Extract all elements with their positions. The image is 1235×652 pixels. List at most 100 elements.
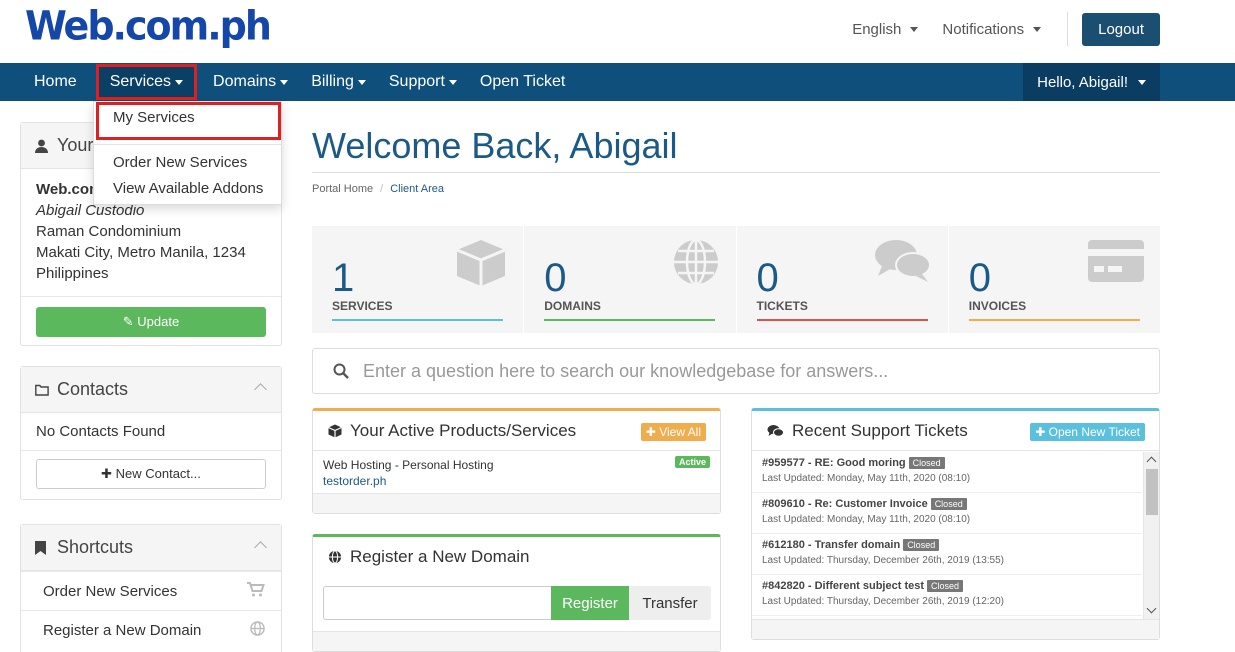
ticket-title: #959577 - RE: Good moring — [762, 457, 906, 469]
language-dropdown[interactable]: English — [840, 15, 930, 44]
caret-down-icon — [448, 79, 457, 85]
logout-button[interactable]: Logout — [1082, 12, 1160, 46]
nav-services[interactable]: Services — [95, 64, 198, 100]
service-domain[interactable]: testorder.ph — [323, 474, 710, 488]
shortcut-label: Register a New Domain — [43, 621, 202, 639]
nav-domains-label: Domains — [213, 73, 277, 90]
service-row[interactable]: Web Hosting - Personal Hosting testorder… — [313, 451, 720, 489]
contacts-empty-text: No Contacts Found — [36, 423, 166, 440]
cube-icon — [328, 424, 342, 438]
domain-input[interactable] — [323, 586, 551, 620]
shortcut-register-domain[interactable]: Register a New Domain — [21, 610, 281, 649]
language-label: English — [852, 20, 902, 38]
update-button[interactable]: ✎ Update — [36, 307, 266, 337]
address-line-1: Raman Condominium — [36, 223, 182, 240]
globe-icon — [328, 550, 342, 564]
ticket-updated: Last Updated: Monday, May 11th, 2020 (08… — [762, 473, 971, 484]
ticket-row[interactable]: #612180 - Transfer domain Closed Last Upd… — [752, 534, 1142, 575]
search-icon — [333, 363, 349, 382]
register-domain-title: Register a New Domain — [350, 547, 530, 566]
ticket-updated: Last Updated: Thursday, December 26th, 2… — [762, 555, 1004, 566]
stat-services[interactable]: 1 SERVICES — [312, 226, 525, 333]
scroll-up-icon[interactable] — [1146, 456, 1157, 467]
stat-invoices-value: 0 — [968, 256, 991, 300]
active-products-title: Your Active Products/Services — [350, 420, 577, 440]
caret-down-icon — [357, 79, 366, 85]
ticket-title-line: #612180 - Transfer domain Closed — [762, 539, 1132, 551]
active-products-header: Your Active Products/Services ✚ View All — [313, 411, 720, 451]
shortcut-order-new-services[interactable]: Order New Services — [21, 571, 281, 610]
kb-search-box — [312, 348, 1160, 394]
stat-domains-bar — [544, 319, 716, 321]
stat-domains-value: 0 — [544, 256, 567, 300]
status-badge: Closed — [930, 498, 967, 510]
plus-icon: ✚ — [645, 425, 656, 439]
kb-search-input[interactable] — [363, 357, 1143, 385]
ticket-updated: Last Updated: Thursday, December 26th, 2… — [762, 596, 1004, 607]
stat-invoices-bar — [968, 319, 1140, 321]
view-all-button[interactable]: ✚ View All — [640, 423, 706, 441]
ticket-row[interactable]: #809610 - Re: Customer Invoice Closed Las… — [752, 493, 1142, 534]
breadcrumb-home[interactable]: Portal Home — [312, 183, 373, 195]
title-divider — [312, 172, 1160, 173]
caret-down-icon — [280, 79, 289, 85]
ticket-row[interactable]: #959577 - RE: Good moring Closed Last Upd… — [752, 452, 1142, 493]
nav-support[interactable]: Support — [378, 63, 468, 101]
new-contact-button[interactable]: ✚ New Contact... — [36, 459, 266, 489]
nav-open-ticket[interactable]: Open Ticket — [469, 63, 576, 101]
breadcrumb-separator: / — [380, 183, 384, 195]
notifications-dropdown[interactable]: Notifications — [930, 15, 1053, 44]
register-button[interactable]: Register — [551, 586, 629, 620]
user-icon — [35, 139, 57, 153]
shortcut-label: Order New Services — [43, 582, 178, 600]
status-badge: Closed — [903, 539, 940, 551]
chevron-up-icon[interactable] — [254, 383, 267, 396]
menu-item-my-services[interactable]: My Services — [113, 109, 195, 126]
caret-down-icon — [175, 79, 184, 85]
update-button-label: Update — [137, 314, 180, 329]
active-products-card: Your Active Products/Services ✚ View All… — [312, 408, 721, 514]
ticket-scrollbar[interactable] — [1143, 452, 1159, 619]
user-greeting: Hello, Abigail! — [1037, 73, 1128, 91]
view-all-label: View All — [659, 425, 701, 439]
nav-home[interactable]: Home — [23, 63, 88, 101]
stats-tiles: 1 SERVICES 0 DOMAINS 0 TICKETS 0 INVOICE… — [312, 226, 1160, 333]
divider — [1067, 12, 1069, 46]
cart-icon — [247, 581, 265, 601]
user-menu[interactable]: Hello, Abigail! — [1023, 63, 1160, 101]
stat-tickets-label: TICKETS — [756, 299, 808, 313]
nav-domains[interactable]: Domains — [202, 63, 299, 101]
contacts-panel: Contacts No Contacts Found ✚ New Contact… — [20, 366, 282, 500]
ticket-row[interactable]: #842820 - Different subject test Closed L… — [752, 575, 1142, 616]
site-logo[interactable]: Web.com.ph — [25, 3, 272, 49]
globe-icon — [672, 238, 720, 289]
nav-billing[interactable]: Billing — [300, 63, 377, 101]
nav-open-ticket-label: Open Ticket — [479, 73, 566, 90]
open-new-ticket-button[interactable]: ✚ Open New Ticket — [1030, 423, 1145, 441]
stat-services-bar — [332, 319, 503, 321]
your-info-footer: ✎ Update — [21, 296, 281, 347]
caret-down-icon — [910, 26, 919, 32]
scroll-down-icon[interactable] — [1146, 603, 1157, 614]
scroll-thumb[interactable] — [1146, 469, 1158, 515]
stat-tickets[interactable]: 0 TICKETS — [737, 226, 949, 333]
menu-item-order-new-services[interactable]: Order New Services — [113, 154, 247, 171]
stat-domains[interactable]: 0 DOMAINS — [524, 226, 737, 333]
new-contact-label: New Contact... — [115, 466, 201, 481]
contacts-header: Contacts — [21, 367, 281, 413]
main-navbar: Home Services Domains Billing Support Op… — [0, 63, 1235, 101]
contacts-footer: ✚ New Contact... — [21, 450, 281, 489]
your-info-title: Your — [57, 135, 94, 155]
status-badge: Closed — [908, 457, 945, 469]
folder-icon — [35, 384, 57, 396]
top-header: Web.com.ph English Notifications Logout — [0, 0, 1235, 63]
credit-card-icon — [1088, 240, 1144, 285]
stat-invoices[interactable]: 0 INVOICES — [949, 226, 1160, 333]
comments-icon — [874, 238, 932, 287]
comments-icon — [767, 424, 784, 438]
menu-item-view-addons[interactable]: View Available Addons — [113, 180, 263, 197]
transfer-button[interactable]: Transfer — [629, 586, 711, 620]
chevron-up-icon[interactable] — [254, 541, 267, 554]
plus-icon: ✚ — [101, 466, 112, 481]
register-domain-card: Register a New Domain Register Transfer — [312, 534, 721, 652]
